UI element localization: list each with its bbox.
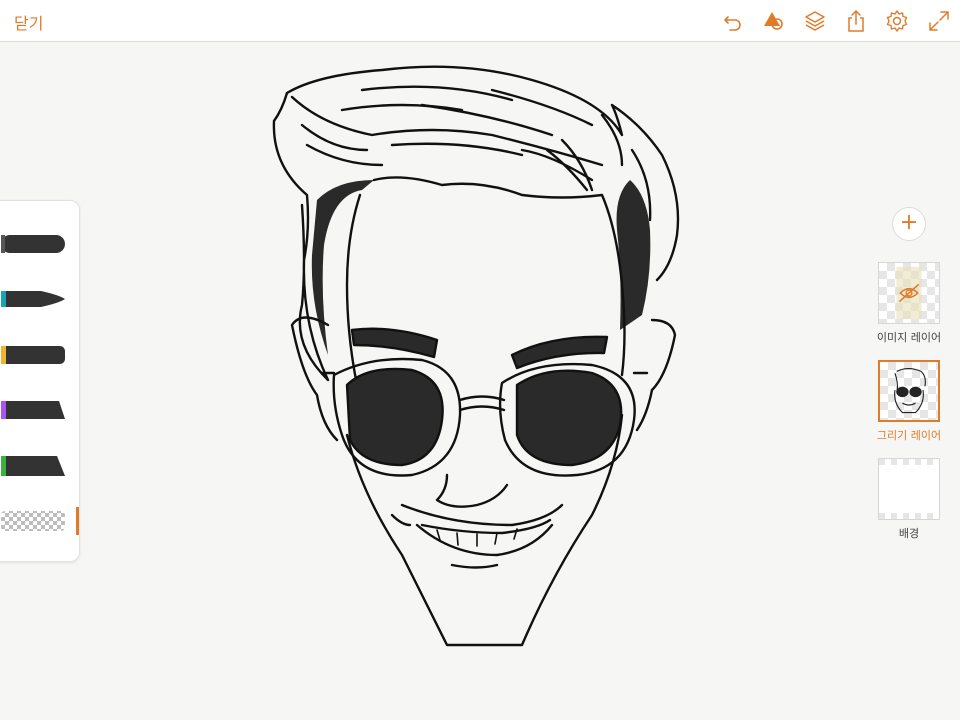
eraser-tool[interactable] [1, 509, 65, 533]
pencil-tool[interactable] [1, 232, 65, 256]
brush-tool-panel [0, 200, 80, 562]
layers-icon[interactable] [802, 8, 828, 34]
layer-image-thumbnail [878, 262, 940, 324]
layer-drawing-label: 그리기 레이어 [876, 429, 942, 442]
drawing-canvas[interactable] [262, 55, 692, 655]
layer-image[interactable]: 이미지 레이어 [874, 262, 944, 345]
fullscreen-icon[interactable] [926, 8, 952, 34]
layer-background[interactable]: 배경 [874, 458, 944, 541]
brush-tool[interactable] [1, 398, 65, 422]
pen-tool[interactable] [1, 287, 65, 311]
shapes-icon[interactable] [761, 8, 787, 34]
layer-drawing-thumbnail [878, 360, 940, 422]
share-icon[interactable] [843, 8, 869, 34]
settings-icon[interactable] [884, 8, 910, 34]
layer-image-label: 이미지 레이어 [876, 331, 942, 344]
close-button[interactable]: 닫기 [14, 10, 43, 34]
top-toolbar: 닫기 [0, 0, 960, 42]
layer-background-label: 배경 [898, 527, 920, 540]
marker-tool[interactable] [1, 343, 65, 367]
layer-drawing[interactable]: 그리기 레이어 [874, 360, 944, 443]
add-layer-button[interactable]: + [892, 207, 926, 241]
hidden-eye-icon [896, 266, 922, 320]
selected-tool-indicator [76, 507, 79, 535]
layer-background-thumbnail [878, 458, 940, 520]
undo-icon[interactable] [720, 8, 746, 34]
airbrush-tool[interactable] [1, 454, 65, 478]
